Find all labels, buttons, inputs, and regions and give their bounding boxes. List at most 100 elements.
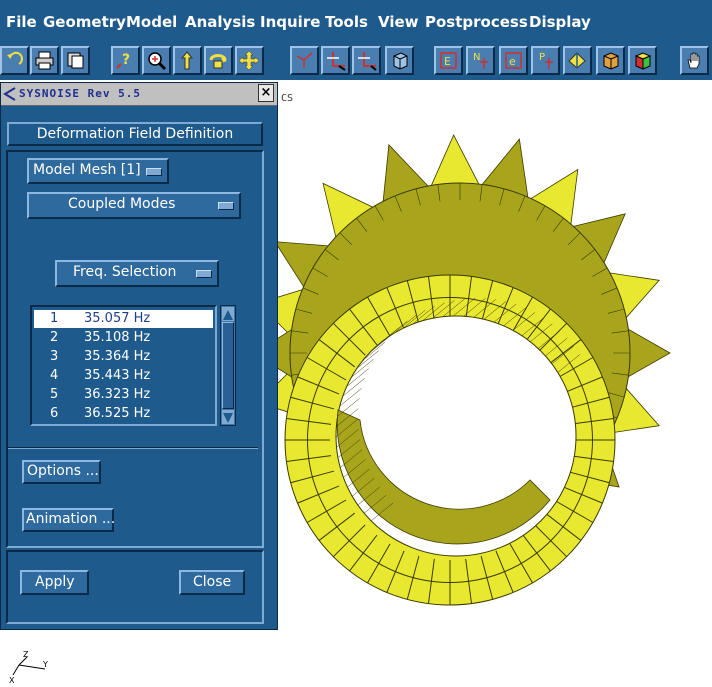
hand-icon [687,52,700,69]
animation-button[interactable]: Animation ... [22,508,116,532]
node-button[interactable] [290,46,319,75]
menu-file[interactable]: File [6,13,37,31]
list-item[interactable]: 2 35.108 Hz [34,329,213,347]
cube-button[interactable] [596,46,625,75]
close-button-label: Close [193,574,232,590]
element-label-icon: e [505,52,522,69]
element-label-button[interactable]: e [499,46,528,75]
triad-z-label: Z [23,650,29,659]
close-button[interactable]: Close [179,570,245,595]
flip-button[interactable] [204,46,233,75]
box-button[interactable] [385,46,414,75]
list-item[interactable]: 3 35.364 Hz [34,348,213,366]
axes-select-button[interactable] [352,46,381,75]
close-icon[interactable]: × [258,84,274,102]
undo-button[interactable] [0,46,29,75]
menu-view[interactable]: View [378,13,419,31]
animation-button-label: Animation ... [26,511,116,527]
rotate-button[interactable] [173,46,202,75]
copy-icon [67,52,84,69]
element-button[interactable]: E [434,46,463,75]
print-button[interactable] [30,46,59,75]
list-item[interactable]: 6 36.525 Hz [34,405,213,423]
svg-text:?: ? [122,52,130,68]
diamond-icon [568,52,586,69]
mesh-spike [430,134,480,186]
panel-divider [8,447,258,449]
element-icon: E [440,52,457,69]
scroll-up-icon[interactable] [222,307,234,321]
model-mesh-option[interactable]: Model Mesh [1] [27,158,169,184]
scroll-down-icon[interactable] [222,410,234,424]
model-mesh-label: Model Mesh [1] [33,162,141,178]
menu-display[interactable]: Display [529,13,591,31]
copy-button[interactable] [61,46,90,75]
diamond-button[interactable] [563,46,592,75]
list-item[interactable]: 5 36.323 Hz [34,386,213,404]
svg-text:P: P [539,52,545,63]
dialog-titlebar[interactable]: SYSNOISE Rev 5.5 × [1,83,277,106]
cube-color-icon [634,52,652,70]
zoom-icon [148,52,167,71]
app-logo-icon [3,87,16,101]
node-icon [296,52,313,68]
axes-select-icon [358,52,377,71]
menu-model[interactable]: Model [126,13,177,31]
freq-value: 36.525 Hz [84,406,151,421]
freq-value: 35.108 Hz [84,330,151,345]
pan-button[interactable] [235,46,264,75]
freq-selection-label: Freq. Selection [73,264,177,280]
menu-analysis[interactable]: Analysis [185,13,255,31]
frequency-list-scrollbar[interactable] [220,305,236,426]
query-button[interactable]: ? [111,46,140,75]
frequency-list[interactable]: 1 35.057 Hz 2 35.108 Hz 3 35.364 Hz 4 35… [30,305,217,426]
option-menu-indicator-icon [218,202,234,210]
list-item[interactable]: 4 35.443 Hz [34,367,213,385]
property-icon: P [539,52,553,69]
property-button[interactable]: P [531,46,560,75]
freq-index: 5 [50,387,59,402]
axes-button[interactable] [321,46,350,75]
mode-type-option[interactable]: Coupled Modes [27,192,241,219]
freq-value: 35.364 Hz [84,349,151,364]
dialog-title: SYSNOISE Rev 5.5 [19,87,141,100]
freq-index: 1 [50,311,59,326]
hand-button[interactable] [680,46,709,75]
apply-button-label: Apply [35,574,75,590]
menu-tools[interactable]: Tools [325,13,368,31]
coordinate-system-label: CS [281,93,294,104]
apply-button[interactable]: Apply [20,570,89,595]
menu-geometry[interactable]: Geometry [43,13,126,31]
undo-icon [7,51,23,65]
freq-selection-option[interactable]: Freq. Selection [55,260,219,287]
freq-index: 3 [50,349,59,364]
freq-index: 4 [50,368,59,383]
dialog-header: Deformation Field Definition [7,122,263,146]
freq-value: 35.057 Hz [84,311,151,326]
freq-value: 36.323 Hz [84,387,151,402]
option-menu-indicator-icon [146,168,162,176]
options-button-label: Options ... [27,463,99,479]
print-icon [35,51,54,70]
node-label-button[interactable]: N [466,46,495,75]
node-label-icon: N [473,52,488,69]
flip-icon [209,54,227,69]
scroll-thumb[interactable] [222,322,234,409]
cube-color-button[interactable] [628,46,657,75]
pan-icon [239,50,260,71]
toolbar: ? E N e P [0,44,712,81]
svg-text:E: E [444,55,451,68]
rotate-icon [180,51,194,70]
menubar: File Geometry Model Analysis Inquire Too… [0,0,712,44]
menu-postprocess[interactable]: Postprocess [425,13,528,31]
mode-type-label: Coupled Modes [68,196,176,212]
option-menu-indicator-icon [196,270,212,278]
zoom-button[interactable] [142,46,171,75]
menu-inquire[interactable]: Inquire [260,13,320,31]
query-icon: ? [116,52,130,69]
cube-icon [603,52,619,70]
coordinate-triad: Z Y X [9,650,48,685]
axes-icon [327,52,346,71]
options-button[interactable]: Options ... [22,460,101,484]
list-item[interactable]: 1 35.057 Hz [34,310,213,328]
